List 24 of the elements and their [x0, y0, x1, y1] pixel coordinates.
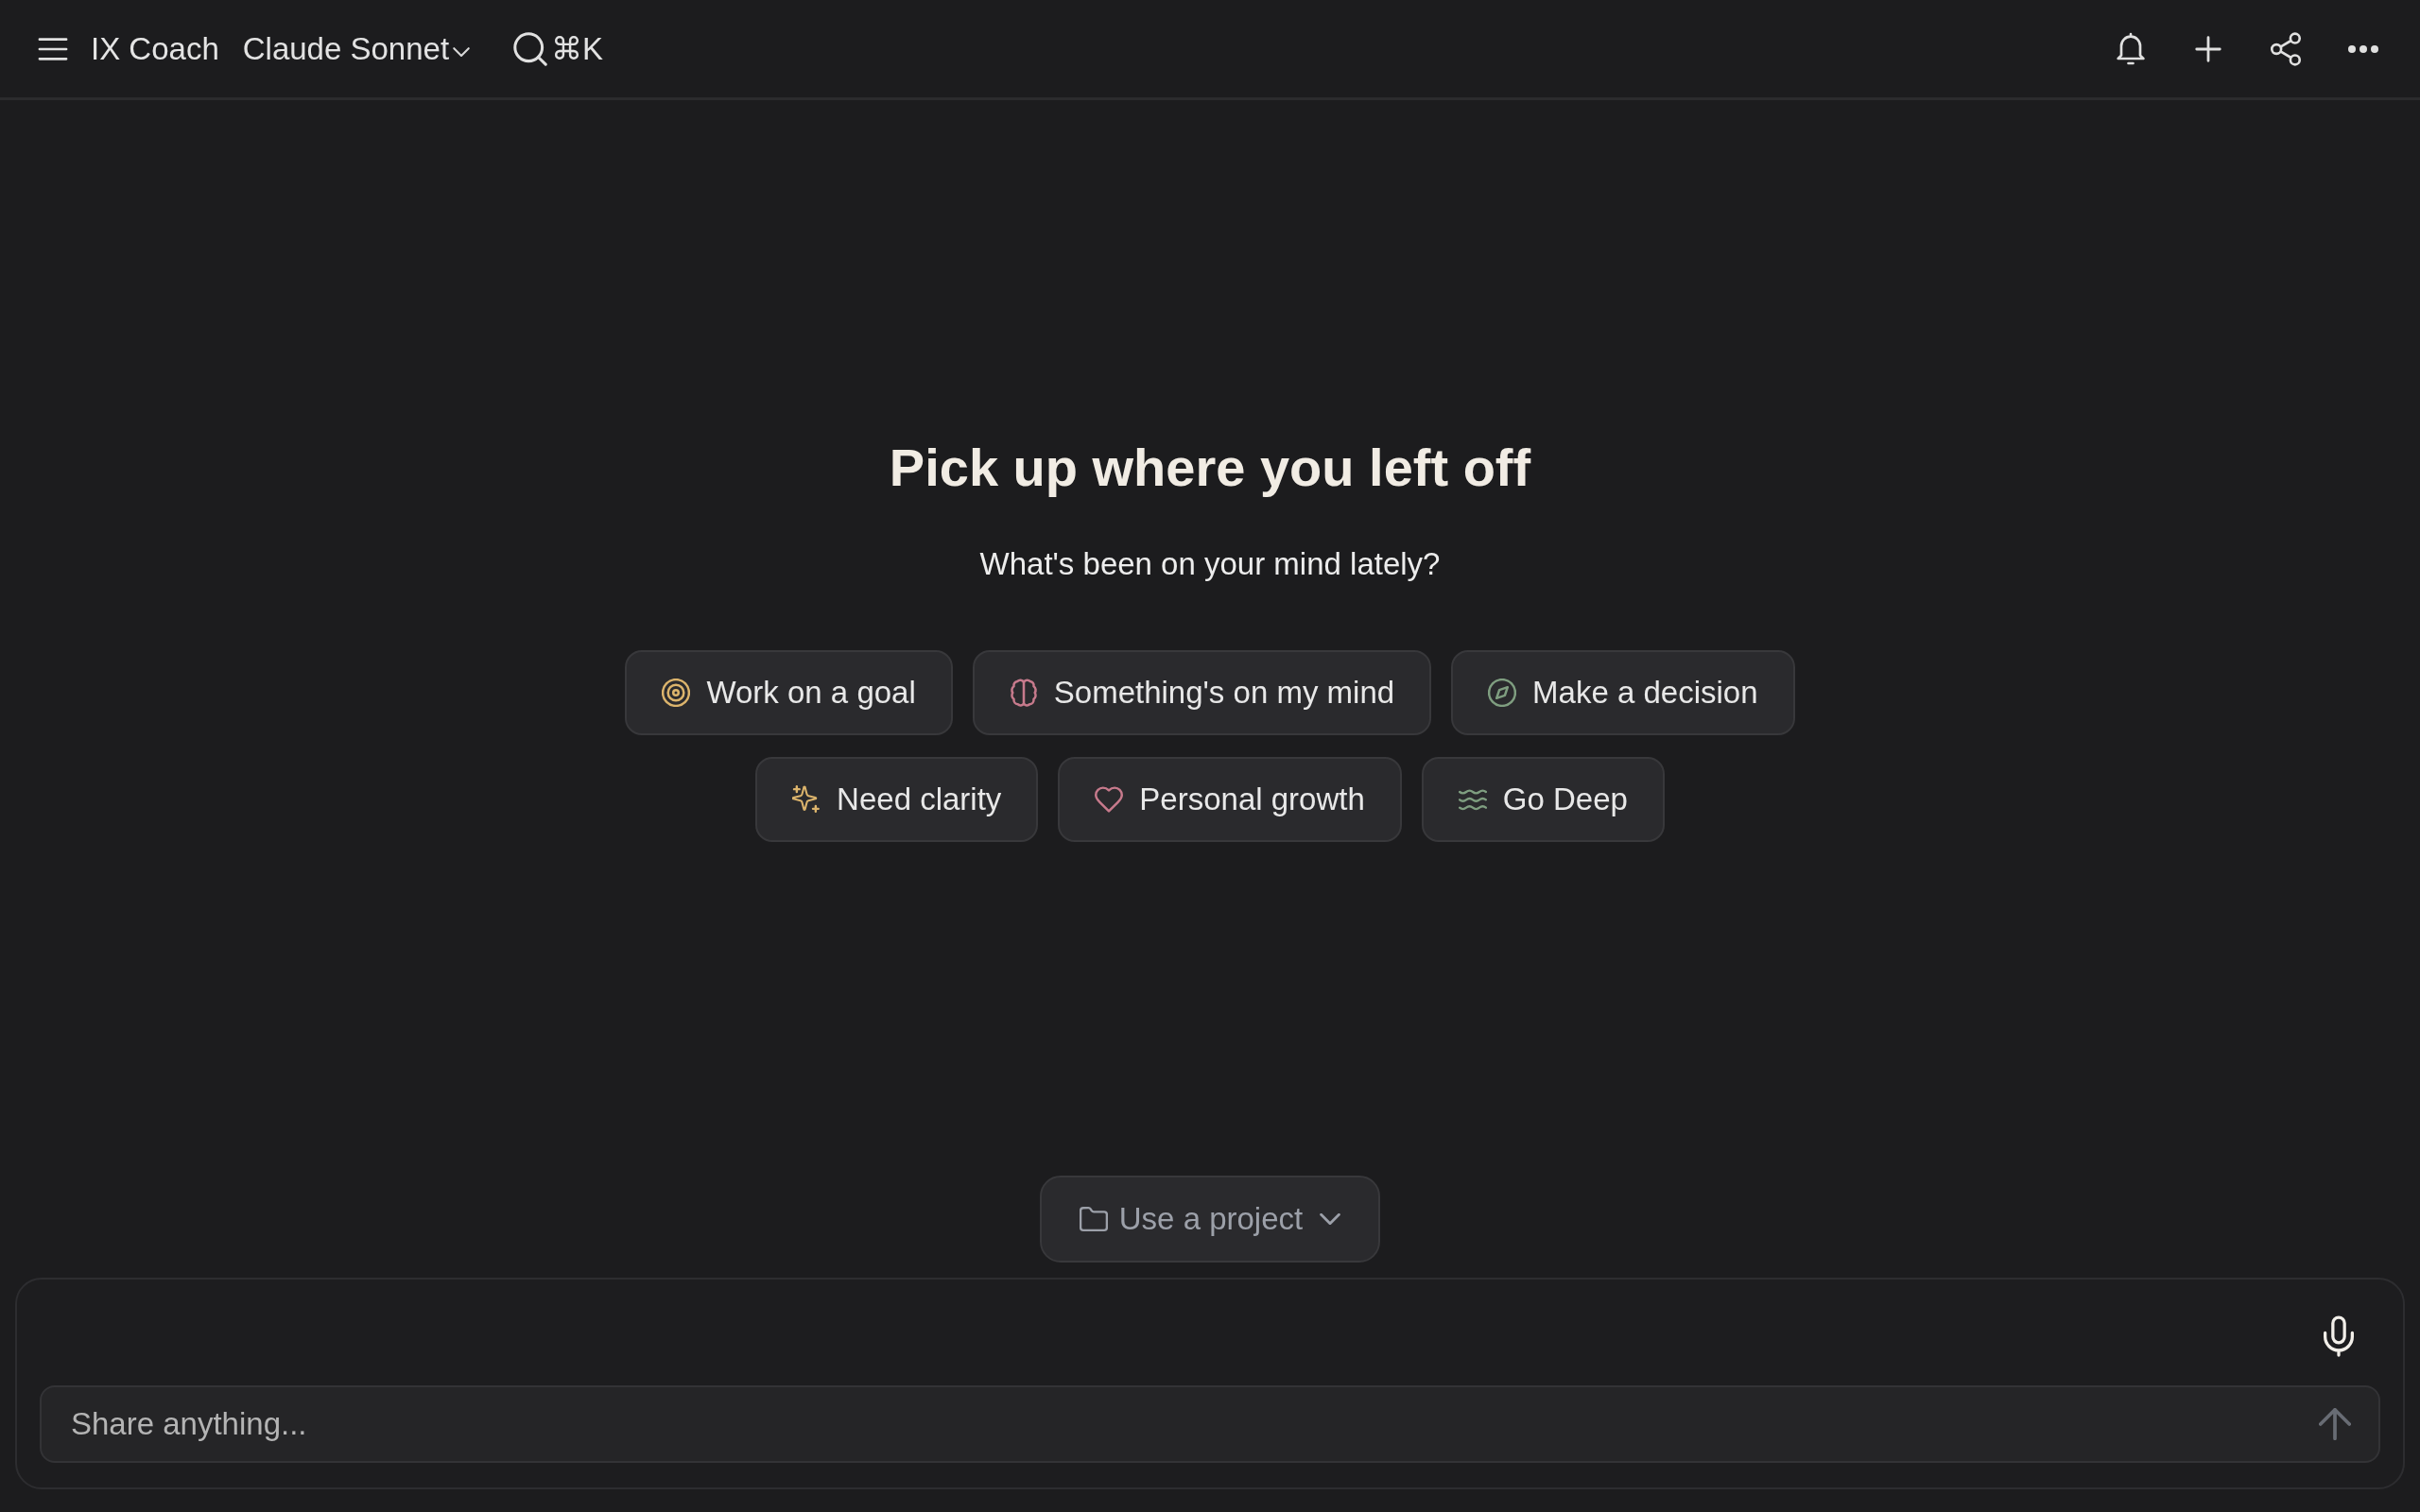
chevron-down-icon: [453, 46, 471, 57]
plus-icon: [2195, 35, 2221, 62]
search-icon: [513, 31, 548, 66]
app-name: IX Coach: [91, 29, 219, 68]
subtitle: What's been on your mind lately?: [979, 545, 1441, 583]
search-button[interactable]: ⌘K: [513, 29, 604, 68]
prompt-chip[interactable]: Work on a goal: [625, 650, 953, 735]
arrow-up-icon: [2319, 1408, 2351, 1440]
folder-icon: [1079, 1207, 1108, 1231]
prompt-chip[interactable]: Something's on my mind: [972, 650, 1432, 735]
menu-icon: [38, 37, 68, 60]
share-icon: [2270, 31, 2302, 66]
chevron-down-icon: [1320, 1213, 1341, 1225]
prompt-chip[interactable]: Make a decision: [1451, 650, 1795, 735]
project-selector[interactable]: Use a project: [1039, 1176, 1381, 1263]
bell-icon: [2117, 31, 2145, 66]
prompt-chip[interactable]: Personal growth: [1058, 757, 1402, 842]
more-icon: [2347, 43, 2379, 54]
heading: Pick up where you left off: [889, 437, 1531, 499]
microphone-icon: [2324, 1315, 2354, 1357]
prompt-chip[interactable]: Need clarity: [755, 757, 1039, 842]
message-input[interactable]: Share anything...: [40, 1385, 2380, 1463]
model-selector[interactable]: Claude Sonnet: [242, 29, 471, 68]
prompt-chip[interactable]: Go Deep: [1421, 757, 1665, 842]
